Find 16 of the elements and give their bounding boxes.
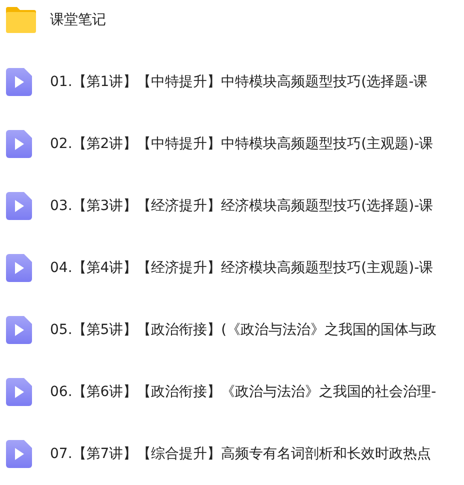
video-file-icon: [6, 378, 32, 406]
file-name[interactable]: 02.【第2讲】【中特提升】中特模块高频题型技巧(主观题)-课: [50, 135, 434, 153]
video-file-icon: [6, 68, 32, 96]
file-name[interactable]: 03.【第3讲】【经济提升】经济模块高频题型技巧(选择题)-课: [50, 197, 434, 215]
file-name[interactable]: 05.【第5讲】【政治衔接】(《政治与法治》之我国的国体与政: [50, 321, 437, 339]
file-name[interactable]: 课堂笔记: [50, 11, 106, 29]
file-name[interactable]: 04.【第4讲】【经济提升】经济模块高频题型技巧(主观题)-课: [50, 259, 434, 277]
video-file-icon: [6, 254, 32, 282]
file-name[interactable]: 01.【第1讲】【中特提升】中特模块高频题型技巧(选择题-课: [50, 73, 428, 91]
folder-icon: [4, 6, 38, 34]
file-name[interactable]: 07.【第7讲】【综合提升】高频专有名词剖析和长效时政热点: [50, 445, 432, 463]
video-file-icon: [6, 192, 32, 220]
file-name[interactable]: 06.【第6讲】【政治衔接】《政治与法治》之我国的社会治理-: [50, 383, 436, 401]
video-file-icon: [6, 316, 32, 344]
video-file-icon: [6, 440, 32, 468]
video-file-icon: [6, 130, 32, 158]
